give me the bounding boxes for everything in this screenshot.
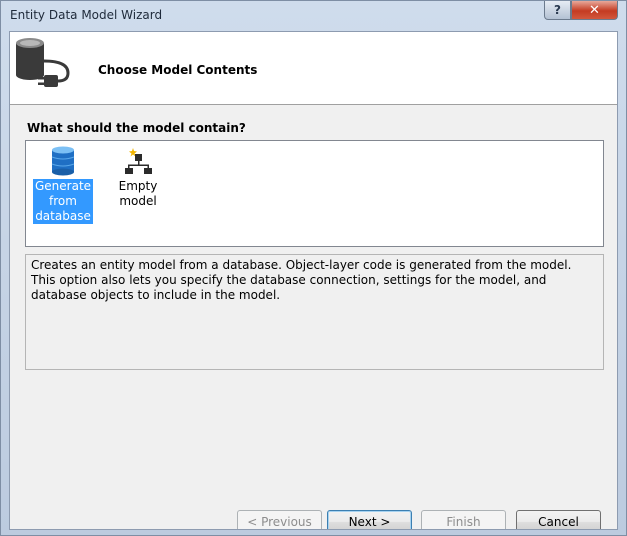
database-plug-icon: [16, 38, 70, 87]
description-text: Creates an entity model from a database.…: [31, 258, 572, 302]
empty-model-option[interactable]: Empty model: [100, 145, 176, 209]
previous-button[interactable]: < Previous: [237, 510, 322, 529]
model-contents-list[interactable]: Generate from database Empty model: [25, 140, 604, 247]
window-title: Entity Data Model Wizard: [10, 8, 163, 22]
wizard-header: Choose Model Contents: [10, 32, 617, 105]
database-icon: [51, 146, 75, 176]
cancel-button[interactable]: Cancel: [516, 510, 601, 529]
wizard-body: Choose Model Contents What should the mo…: [9, 31, 618, 530]
title-bar[interactable]: Entity Data Model Wizard ? ✕: [1, 1, 626, 31]
finish-button[interactable]: Finish: [421, 510, 506, 529]
empty-model-icon: [125, 148, 152, 174]
page-title: Choose Model Contents: [98, 63, 258, 77]
generate-from-database-option[interactable]: Generate from database: [32, 145, 94, 224]
option-label: Generate from database: [32, 179, 94, 224]
close-button[interactable]: ✕: [571, 1, 618, 20]
close-icon: ✕: [589, 2, 600, 18]
option-description: Creates an entity model from a database.…: [25, 254, 604, 370]
option-label: Empty model: [118, 179, 158, 208]
next-button[interactable]: Next >: [327, 510, 412, 529]
help-icon: ?: [554, 3, 561, 17]
help-button[interactable]: ?: [544, 1, 571, 20]
wizard-window: Entity Data Model Wizard ? ✕ Choose Mode…: [0, 0, 627, 536]
model-contents-question: What should the model contain?: [27, 121, 246, 135]
